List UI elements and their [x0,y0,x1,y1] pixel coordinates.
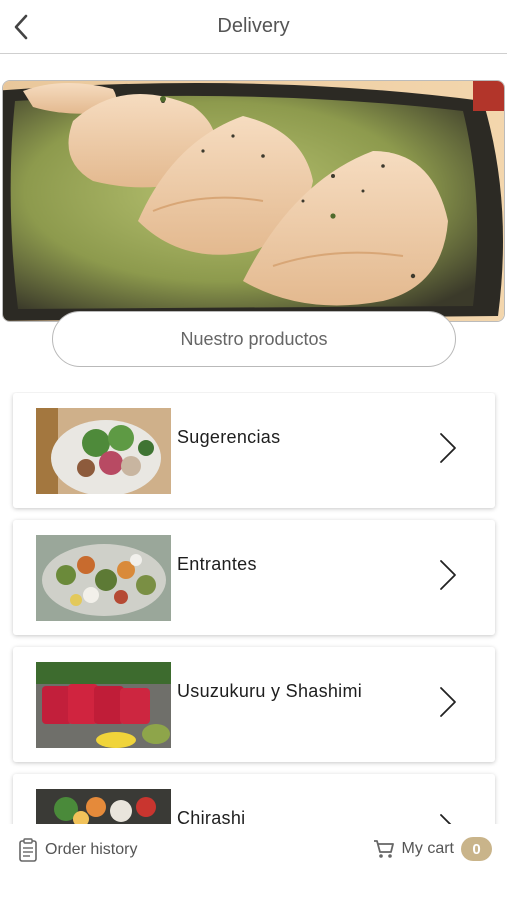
order-history-label: Order history [45,841,138,858]
clipboard-icon [19,838,37,862]
chevron-right-icon [440,433,456,463]
category-thumbnail-sashimi [36,662,171,748]
shopping-cart-icon [373,840,394,858]
products-button[interactable]: Nuestro productos [52,311,456,367]
order-history-button[interactable]: Order history [18,838,137,862]
category-label: Chirashi [177,808,246,824]
chevron-right-icon [440,687,456,717]
hero-image-gyoza [2,80,505,322]
chevron-right-icon [440,814,452,824]
category-item-entrantes[interactable]: Entrantes [13,520,495,635]
category-item-chirashi[interactable]: Chirashi [13,774,495,824]
category-thumbnail-entrantes [36,535,171,621]
category-thumbnail-chirashi [36,789,171,824]
top-bar: Delivery [0,0,507,54]
cart-count-badge: 0 [461,837,492,861]
category-item-sugerencias[interactable]: Sugerencias [13,393,495,508]
chevron-right-icon [440,560,456,590]
category-label: Usuzukuru y Shashimi [177,681,363,701]
bottom-bar: Order history My cart 0 [0,824,507,900]
category-item-usuzukuru-shashimi[interactable]: Usuzukuru y Shashimi [13,647,495,762]
page-title: Delivery [217,15,290,37]
category-label: Sugerencias [177,427,281,447]
my-cart-button[interactable]: My cart 0 [373,837,492,861]
category-list: Sugerencias Entrantes Usuzukuru y Shashi… [0,392,507,824]
category-label: Entrantes [177,554,257,574]
my-cart-label: My cart [401,840,454,857]
category-thumbnail-sugerencias [36,408,171,494]
